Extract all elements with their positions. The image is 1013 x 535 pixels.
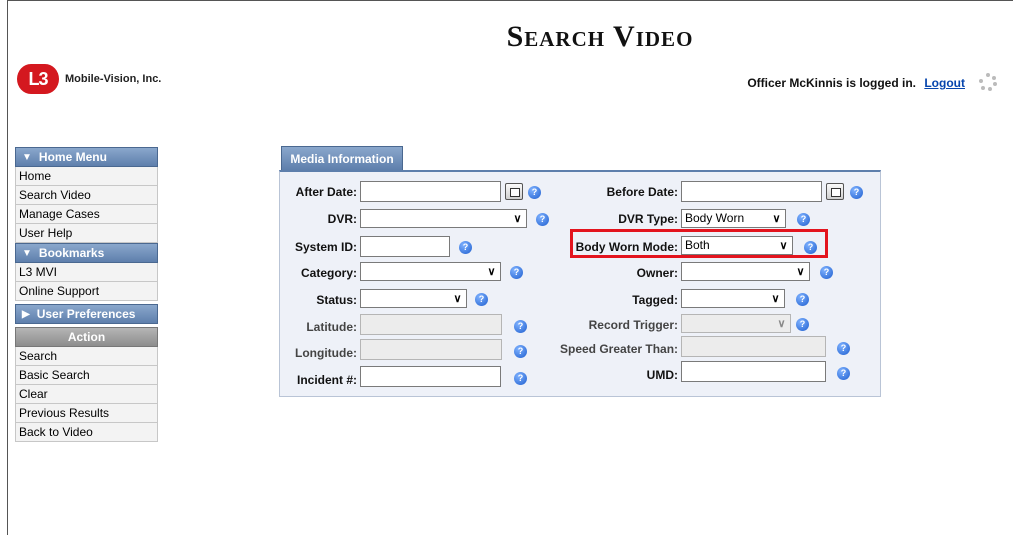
- login-status: Officer McKinnis is logged in. Logout: [747, 76, 965, 90]
- latitude-label: Latitude:: [306, 320, 357, 334]
- spinner-icon: [979, 73, 997, 91]
- before-date-label: Before Date:: [606, 185, 678, 199]
- after-date-label: After Date:: [295, 185, 357, 199]
- owner-select[interactable]: ∨: [681, 262, 810, 281]
- tab-media-information[interactable]: Media Information: [281, 146, 403, 170]
- help-icon[interactable]: ?: [514, 372, 527, 385]
- sidebar-item-manage-cases[interactable]: Manage Cases: [15, 205, 158, 224]
- longitude-label: Longitude:: [295, 346, 357, 360]
- owner-label: Owner:: [636, 266, 678, 280]
- status-label: Status:: [316, 293, 357, 307]
- action-label: Action: [67, 330, 106, 344]
- help-icon[interactable]: ?: [528, 186, 541, 199]
- chevron-down-icon: ∨: [513, 213, 522, 225]
- status-select[interactable]: ∨: [360, 289, 467, 308]
- triangle-down-icon: ▼: [22, 151, 32, 163]
- latitude-input[interactable]: [360, 314, 502, 335]
- home-menu-label: Home Menu: [38, 150, 107, 164]
- help-icon[interactable]: ?: [837, 367, 850, 380]
- chevron-down-icon: ∨: [771, 293, 780, 305]
- action-previous-results[interactable]: Previous Results: [15, 404, 158, 423]
- dvr-label: DVR:: [327, 212, 357, 226]
- bookmarks-header[interactable]: ▼ Bookmarks: [15, 243, 158, 263]
- dvr-type-select[interactable]: Body Worn ∨: [681, 209, 786, 228]
- dvr-select[interactable]: ∨: [360, 209, 527, 228]
- help-icon[interactable]: ?: [510, 266, 523, 279]
- help-icon[interactable]: ?: [820, 266, 833, 279]
- sidebar-item-online-support[interactable]: Online Support: [15, 282, 158, 301]
- triangle-down-icon: ▼: [22, 247, 32, 259]
- logo-text: Mobile-Vision, Inc.: [65, 73, 162, 85]
- logout-link[interactable]: Logout: [924, 76, 965, 90]
- dvr-type-label: DVR Type:: [618, 212, 678, 226]
- sidebar-item-user-help[interactable]: User Help: [15, 224, 158, 243]
- help-icon[interactable]: ?: [796, 293, 809, 306]
- category-select[interactable]: ∨: [360, 262, 501, 281]
- calendar-icon[interactable]: [505, 183, 523, 200]
- category-label: Category:: [300, 266, 357, 280]
- incident-label: Incident #:: [296, 373, 357, 387]
- help-icon[interactable]: ?: [797, 213, 810, 226]
- record-trigger-label: Record Trigger:: [588, 318, 678, 332]
- action-basic-search[interactable]: Basic Search: [15, 366, 158, 385]
- sidebar: ▼ Home Menu Home Search Video Manage Cas…: [15, 147, 158, 442]
- sidebar-item-l3-mvi[interactable]: L3 MVI: [15, 263, 158, 282]
- action-search[interactable]: Search: [15, 347, 158, 366]
- help-icon[interactable]: ?: [475, 293, 488, 306]
- action-clear[interactable]: Clear: [15, 385, 158, 404]
- user-preferences-label: User Preferences: [36, 307, 136, 321]
- longitude-input[interactable]: [360, 339, 502, 360]
- dvr-type-select-value: Body Worn: [685, 211, 745, 225]
- help-icon[interactable]: ?: [514, 320, 527, 333]
- after-date-input[interactable]: [360, 181, 501, 202]
- system-id-input[interactable]: [360, 236, 450, 257]
- chevron-down-icon: ∨: [796, 266, 805, 278]
- help-icon[interactable]: ?: [850, 186, 863, 199]
- system-id-label: System ID:: [294, 240, 357, 254]
- action-back-to-video[interactable]: Back to Video: [15, 423, 158, 442]
- record-trigger-select[interactable]: ∨: [681, 314, 791, 333]
- home-menu-header[interactable]: ▼ Home Menu: [15, 147, 158, 167]
- umd-label: UMD:: [646, 368, 678, 382]
- chevron-down-icon: ∨: [487, 266, 496, 278]
- tagged-label: Tagged:: [632, 293, 678, 307]
- help-icon[interactable]: ?: [459, 241, 472, 254]
- calendar-icon[interactable]: [826, 183, 844, 200]
- login-status-text: Officer McKinnis is logged in.: [747, 76, 916, 90]
- chevron-down-icon: ∨: [777, 318, 786, 330]
- help-icon[interactable]: ?: [796, 318, 809, 331]
- sidebar-item-home[interactable]: Home: [15, 167, 158, 186]
- speed-greater-than-input[interactable]: [681, 336, 826, 357]
- page-title: Search Video: [506, 20, 694, 53]
- bookmarks-label: Bookmarks: [38, 246, 105, 260]
- help-icon[interactable]: ?: [514, 345, 527, 358]
- action-header: Action: [15, 327, 158, 347]
- umd-input[interactable]: [681, 361, 826, 382]
- chevron-down-icon: ∨: [453, 293, 462, 305]
- user-preferences-header[interactable]: ▶ User Preferences: [15, 304, 158, 324]
- help-icon[interactable]: ?: [536, 213, 549, 226]
- speed-greater-than-label: Speed Greater Than:: [560, 342, 679, 356]
- tagged-select[interactable]: ∨: [681, 289, 785, 308]
- chevron-down-icon: ∨: [772, 213, 781, 225]
- logo-badge: L3: [17, 64, 59, 94]
- triangle-right-icon: ▶: [22, 308, 30, 320]
- before-date-input[interactable]: [681, 181, 822, 202]
- help-icon[interactable]: ?: [837, 342, 850, 355]
- sidebar-item-search-video[interactable]: Search Video: [15, 186, 158, 205]
- logo: L3 Mobile-Vision, Inc.: [17, 64, 161, 94]
- highlight-box: [570, 229, 828, 258]
- incident-input[interactable]: [360, 366, 501, 387]
